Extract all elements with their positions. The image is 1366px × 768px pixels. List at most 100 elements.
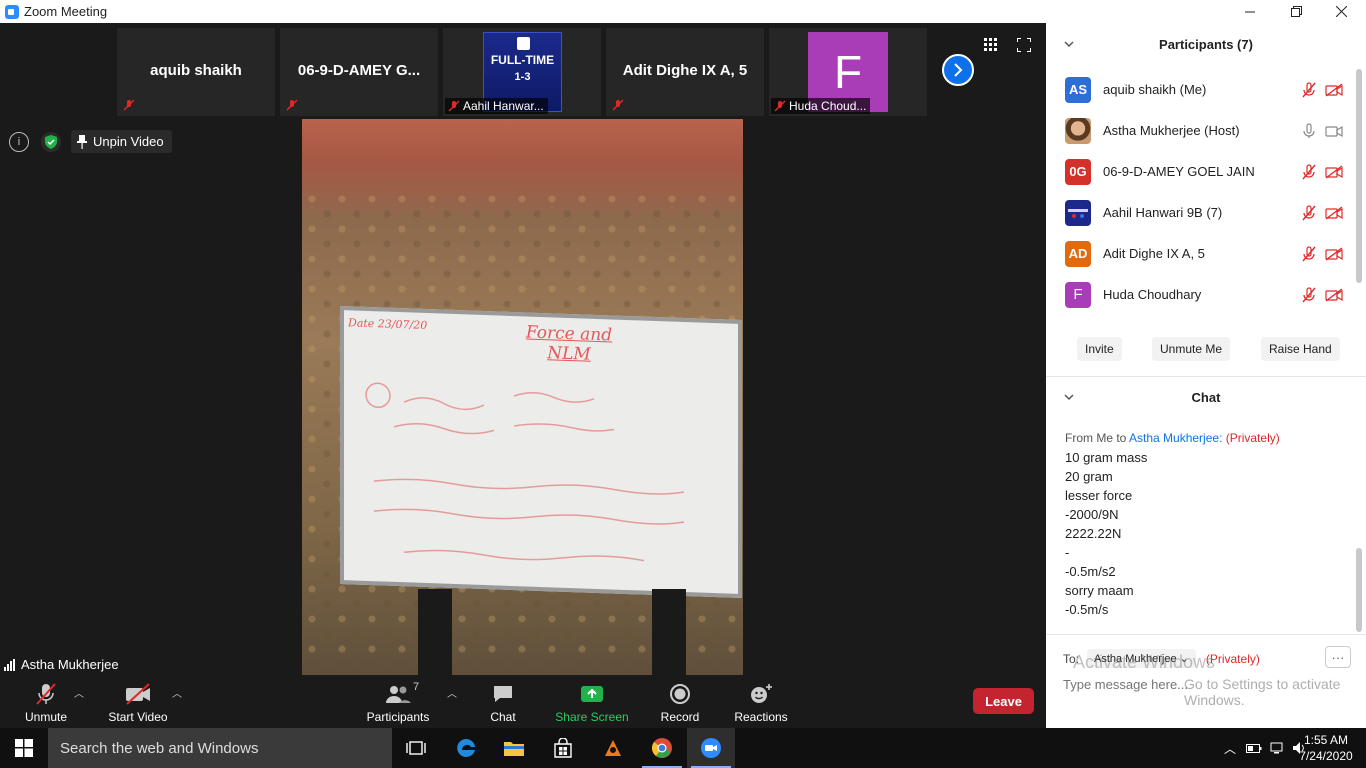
- leave-button[interactable]: Leave: [973, 688, 1034, 714]
- chat-message: sorry maam: [1065, 583, 1134, 598]
- chrome-icon: [652, 738, 672, 758]
- start-button[interactable]: [0, 728, 48, 768]
- close-icon: [1335, 6, 1347, 17]
- share-screen-button[interactable]: Share Screen: [553, 677, 631, 728]
- collapse-chevron-icon[interactable]: [1064, 392, 1074, 402]
- participants-scrollbar[interactable]: [1356, 69, 1362, 283]
- reactions-icon: [751, 684, 772, 703]
- participant-name: Aahil Hanwar...: [463, 99, 544, 113]
- muted-mic-icon: [1302, 245, 1316, 261]
- participant-name: Adit Dighe IX A, 5: [1103, 246, 1205, 261]
- participant-row[interactable]: 0G 06-9-D-AMEY GOEL JAIN: [1046, 151, 1356, 192]
- show-hidden-icons-chevron-icon[interactable]: ︿: [1224, 740, 1236, 757]
- participant-name: Huda Choudhary: [1103, 287, 1202, 302]
- start-video-button[interactable]: Start Video: [104, 677, 172, 728]
- restore-icon: [1290, 6, 1302, 17]
- chrome-button[interactable]: [638, 728, 686, 768]
- from-prefix: From Me to: [1065, 431, 1127, 445]
- file-explorer-button[interactable]: [490, 728, 538, 768]
- task-view-button[interactable]: [392, 728, 440, 768]
- reactions-button[interactable]: Reactions: [732, 677, 790, 728]
- participant-avatar: 0G: [1065, 158, 1091, 185]
- chat-button[interactable]: Chat: [483, 677, 523, 728]
- invite-button[interactable]: Invite: [1077, 337, 1122, 361]
- store-button[interactable]: [539, 728, 587, 768]
- participant-row[interactable]: Astha Mukherjee (Host): [1046, 110, 1356, 151]
- zoom-logo-icon: [5, 4, 19, 19]
- minimize-button[interactable]: [1227, 0, 1273, 23]
- whiteboard-heading: Force and NLM: [525, 322, 613, 365]
- unmute-me-button[interactable]: Unmute Me: [1152, 337, 1231, 361]
- activation-watermark-title: Activate Windows: [1073, 652, 1216, 672]
- edge-browser-button[interactable]: [442, 728, 490, 768]
- participant-thumbnail[interactable]: aquib shaikh: [117, 28, 275, 116]
- participant-thumbnail[interactable]: FULL-TIME 1-3 Aahil Hanwar...: [443, 28, 601, 116]
- security-shield-icon[interactable]: [41, 131, 61, 152]
- battery-icon[interactable]: [1246, 742, 1262, 754]
- audio-options-caret-icon[interactable]: ︿: [74, 685, 84, 700]
- taskbar-search-box[interactable]: Search the web and Windows: [48, 728, 392, 768]
- participant-name: Huda Choud...: [789, 99, 867, 113]
- close-button[interactable]: [1318, 0, 1364, 23]
- participants-count: 7: [413, 681, 420, 693]
- video-off-icon: [126, 683, 150, 705]
- restore-button[interactable]: [1273, 0, 1319, 23]
- participant-name: Adit Dighe IX A, 5: [622, 62, 748, 79]
- unmute-label: Unmute: [24, 710, 68, 724]
- speaker-name: Astha Mukherjee: [21, 657, 119, 672]
- chat-scrollbar[interactable]: [1356, 548, 1362, 632]
- participant-avatar: [1065, 199, 1091, 226]
- participant-row[interactable]: Aahil Hanwari 9B (7): [1046, 192, 1356, 233]
- participants-button[interactable]: 7 Participants: [362, 677, 434, 728]
- zoom-app-button[interactable]: [687, 728, 735, 768]
- windows-logo-icon: [15, 739, 33, 757]
- fullscreen-icon[interactable]: [1017, 38, 1031, 52]
- participants-options-caret-icon[interactable]: ︿: [447, 685, 457, 700]
- participant-thumbnail[interactable]: 06-9-D-AMEY G...: [280, 28, 438, 116]
- recipient-name[interactable]: Astha Mukherjee:: [1129, 431, 1222, 445]
- next-page-button[interactable]: [942, 54, 974, 86]
- zoom-icon: [701, 738, 721, 758]
- info-icon[interactable]: i: [9, 131, 29, 152]
- image-score: 1-3: [514, 71, 531, 83]
- record-button[interactable]: Record: [658, 677, 702, 728]
- muted-mic-icon: [36, 683, 56, 705]
- more-options-button[interactable]: ···: [1325, 646, 1351, 668]
- participant-row[interactable]: AS aquib shaikh (Me): [1046, 69, 1356, 110]
- collapse-chevron-icon[interactable]: [1064, 39, 1074, 49]
- title-bar: Zoom Meeting: [0, 0, 1366, 23]
- pin-icon: [77, 134, 87, 149]
- participant-row[interactable]: F Huda Choudhary: [1046, 274, 1356, 315]
- chat-title: Chat: [1191, 389, 1221, 405]
- participant-label: Aahil Hanwar...: [445, 98, 548, 114]
- network-icon[interactable]: [1270, 742, 1286, 754]
- muted-mic-icon: [286, 99, 298, 111]
- gallery-view-icon[interactable]: [984, 38, 998, 52]
- chat-header: Chat: [1046, 376, 1366, 418]
- video-options-caret-icon[interactable]: ︿: [172, 685, 182, 700]
- activation-watermark-subtitle: Go to Settings to activate Windows.: [1184, 676, 1341, 708]
- clock-time: 1:55 AM: [1303, 733, 1349, 747]
- participants-list: AS aquib shaikh (Me) Astha Mukherjee (Ho…: [1046, 69, 1356, 315]
- chat-message: -2000/9N: [1065, 507, 1119, 522]
- chat-message: -0.5m/s2: [1065, 564, 1116, 579]
- muted-mic-icon: [448, 100, 460, 112]
- chat-message: 2222.22N: [1065, 526, 1122, 541]
- unmute-button[interactable]: Unmute: [20, 677, 72, 728]
- taskbar-clock[interactable]: 1:55 AM 7/24/2020: [1296, 732, 1356, 764]
- reactions-label: Reactions: [734, 710, 788, 724]
- participant-name: 06-9-D-AMEY GOEL JAIN: [1103, 164, 1255, 179]
- participant-thumbnail[interactable]: Adit Dighe IX A, 5: [606, 28, 764, 116]
- record-icon: [670, 684, 690, 704]
- participant-avatar: AS: [1065, 76, 1091, 103]
- start-video-label: Start Video: [108, 710, 168, 724]
- chat-icon: [494, 686, 512, 702]
- raise-hand-button[interactable]: Raise Hand: [1261, 337, 1340, 361]
- whiteboard-date: Date 23/07/20: [348, 316, 428, 333]
- edge-icon: [457, 738, 475, 757]
- unpin-video-button[interactable]: Unpin Video: [71, 130, 172, 153]
- meeting-toolbar: Unmute ︿ Start Video ︿ 7 Participants ︿ …: [0, 677, 1046, 728]
- participant-thumbnail[interactable]: F Huda Choud...: [769, 28, 927, 116]
- participant-row[interactable]: AD Adit Dighe IX A, 5: [1046, 233, 1356, 274]
- app-button[interactable]: [589, 728, 637, 768]
